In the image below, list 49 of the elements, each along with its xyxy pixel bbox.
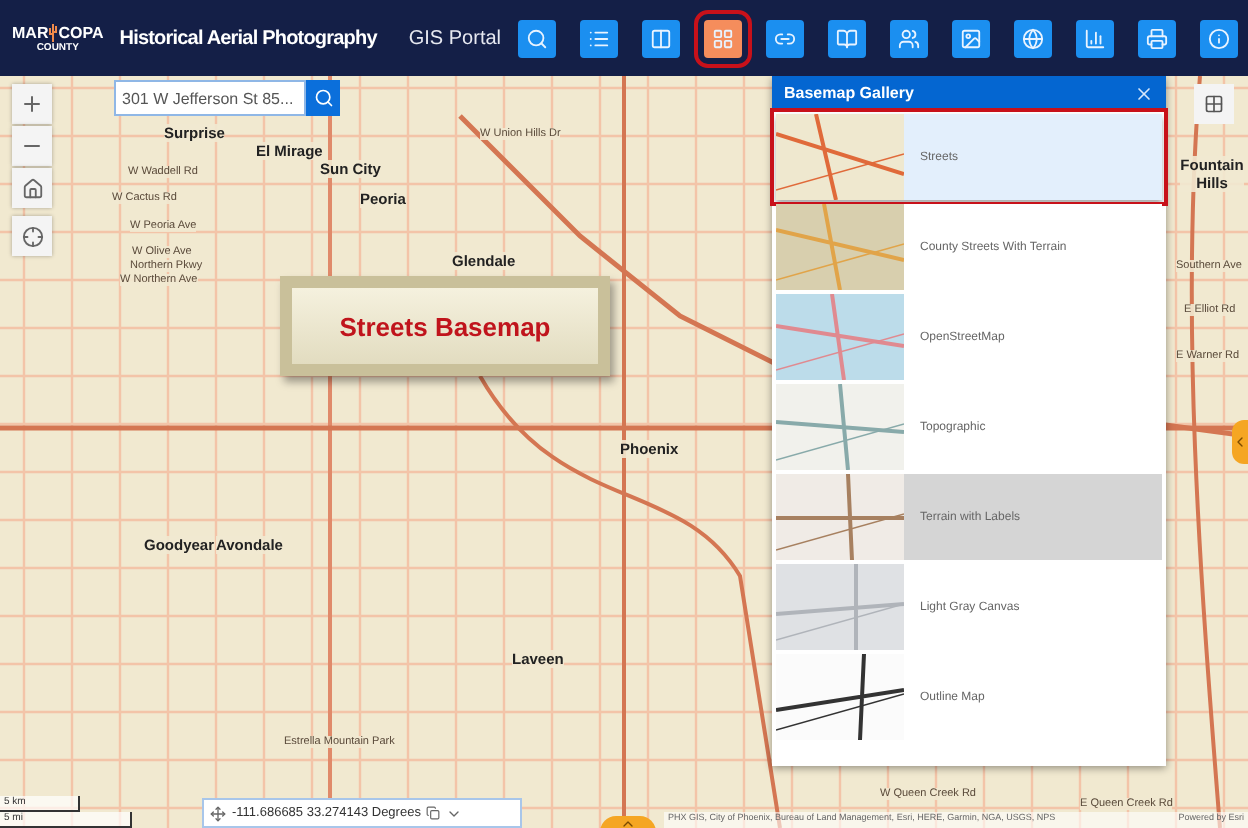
toolbar-button[interactable] bbox=[579, 19, 618, 57]
toolbar-button[interactable] bbox=[827, 19, 866, 57]
map-thumbnail bbox=[776, 114, 904, 200]
toolbar-button[interactable] bbox=[703, 19, 742, 57]
book-icon bbox=[835, 27, 858, 49]
grid-icon bbox=[1204, 94, 1224, 114]
map-thumbnail bbox=[776, 384, 904, 470]
print-icon bbox=[1145, 27, 1168, 49]
toolbar-button[interactable] bbox=[1013, 19, 1052, 57]
locate-button[interactable] bbox=[12, 216, 52, 256]
info-icon bbox=[1207, 27, 1230, 49]
search-button[interactable] bbox=[306, 80, 340, 116]
toolbar-button[interactable] bbox=[951, 19, 990, 57]
map-thumbnail bbox=[776, 204, 904, 290]
search-icon bbox=[313, 88, 333, 108]
copy-icon[interactable] bbox=[426, 806, 441, 820]
toolbar-button[interactable] bbox=[889, 19, 928, 57]
globe-icon bbox=[1021, 27, 1044, 49]
people-icon bbox=[897, 27, 920, 49]
callout-text: Streets Basemap bbox=[339, 311, 551, 341]
search-icon bbox=[525, 27, 548, 49]
image-icon bbox=[959, 27, 982, 49]
chart-icon bbox=[1083, 27, 1106, 49]
map-thumbnail bbox=[776, 654, 904, 740]
columns-icon bbox=[649, 27, 672, 49]
chevron-up-icon bbox=[620, 816, 636, 828]
close-icon bbox=[1134, 83, 1154, 103]
app-title: Historical Aerial Photography bbox=[119, 27, 377, 49]
zoom-in-button[interactable] bbox=[12, 84, 52, 124]
grid-icon bbox=[711, 27, 734, 49]
toolbar-button[interactable] bbox=[1199, 19, 1238, 57]
home-button[interactable] bbox=[12, 168, 52, 208]
toolbar-button[interactable] bbox=[1075, 19, 1114, 57]
cactus-icon bbox=[48, 22, 59, 42]
toolbar-button[interactable] bbox=[1137, 19, 1176, 57]
search-field[interactable]: 301 W Jefferson St 85... bbox=[114, 80, 306, 116]
portal-link[interactable]: GIS Portal bbox=[408, 27, 502, 49]
panel-title: Basemap Gallery bbox=[784, 84, 914, 102]
close-button[interactable] bbox=[1134, 83, 1154, 103]
home-icon bbox=[21, 177, 43, 199]
toolbar-button[interactable] bbox=[765, 19, 804, 57]
map-thumbnail bbox=[776, 474, 904, 560]
map-thumbnail bbox=[776, 294, 904, 380]
plus-icon bbox=[20, 92, 44, 116]
toolbar-button[interactable] bbox=[517, 19, 556, 57]
basemap-toggle-button[interactable] bbox=[1194, 84, 1234, 124]
map-thumbnail bbox=[776, 564, 904, 650]
chevron-left-icon bbox=[1232, 434, 1248, 450]
toolbar-button[interactable] bbox=[641, 19, 680, 57]
